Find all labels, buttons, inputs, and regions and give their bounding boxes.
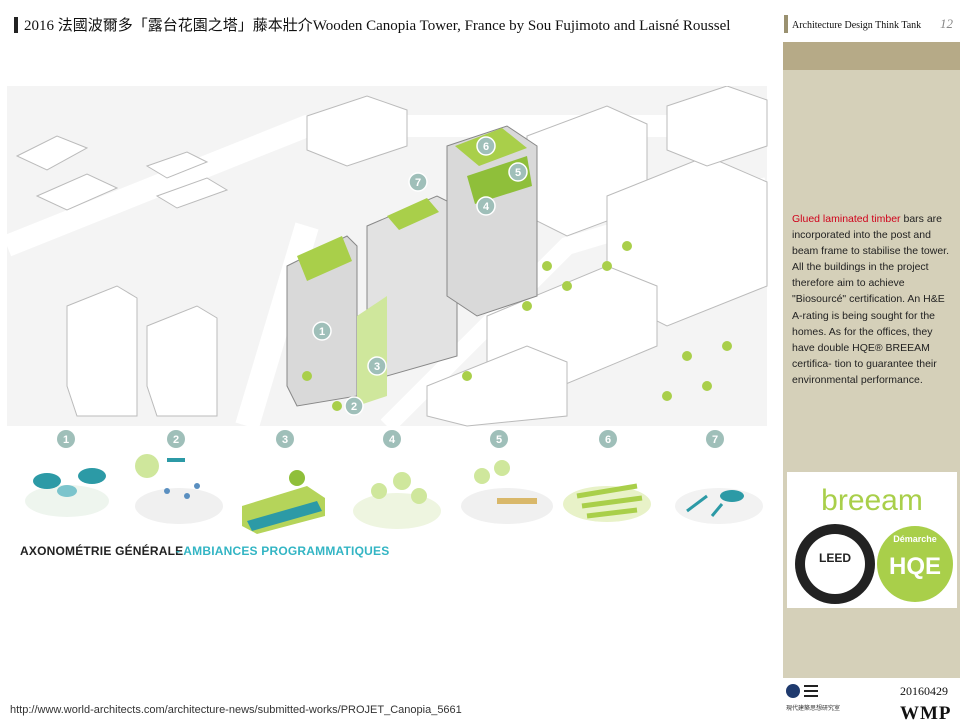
- page-number: 12: [940, 16, 953, 31]
- certification-logos-art: breeam LEED USGBC Démarche HQE: [795, 484, 953, 604]
- source-url[interactable]: http://www.world-architects.com/architec…: [10, 704, 462, 716]
- demarche-text: Démarche: [893, 534, 937, 544]
- usgbc-text: USGBC: [823, 579, 848, 586]
- plan-marker-6-label: 6: [483, 141, 489, 153]
- header-marker: [14, 17, 18, 33]
- breeam-logo: breeam: [821, 484, 923, 517]
- sidebar-top-band: [783, 42, 960, 70]
- think-tank-label: Architecture Design Think Tank: [792, 20, 922, 31]
- description-body: bars are incorporated into the post and …: [792, 213, 949, 386]
- header: 2016 法國波爾多「露台花園之塔」藤本壯介Wooden Canopia Tow…: [0, 0, 960, 42]
- ambiance-5-number: 5: [496, 434, 502, 446]
- page-title: 2016 法國波爾多「露台花園之塔」藤本壯介Wooden Canopia Tow…: [24, 18, 731, 34]
- caption-ambiances: - AMBIANCES PROGRAMMATIQUES: [176, 544, 390, 558]
- sidebar-description: Glued laminated timber bars are incorpor…: [792, 211, 956, 388]
- ambiance-vignettes: 1 2 3 4 5 6 7: [25, 430, 763, 534]
- certification-logos: breeam LEED USGBC Démarche HQE: [787, 472, 957, 608]
- hqe-text: HQE: [889, 553, 941, 580]
- plan-marker-5-label: 5: [515, 167, 521, 179]
- ambiance-2-number: 2: [173, 434, 179, 446]
- header-separator: [784, 15, 788, 33]
- caption-axonometry: AXONOMÉTRIE GÉNÉRALE: [20, 544, 184, 558]
- footer-date: 20160429: [900, 684, 948, 698]
- ambiance-6-number: 6: [605, 434, 611, 446]
- ambiance-2: 2: [135, 430, 223, 524]
- highlighted-term: Glued laminated timber: [792, 213, 901, 225]
- ambiance-4: 4: [353, 430, 441, 529]
- tower-east: [446, 125, 538, 317]
- footer-logos: [786, 684, 818, 698]
- footer-brand: WMP: [900, 703, 952, 724]
- plan-marker-1-label: 1: [319, 326, 325, 338]
- axonometric-illustration: 1 2 3 4 5 6 7 1 2 3 4 5 6 7: [7, 86, 770, 534]
- plan-marker-3-label: 3: [374, 361, 380, 373]
- plan-marker-4-label: 4: [483, 201, 490, 213]
- globe-icon: [786, 684, 800, 698]
- ambiance-7: 7: [675, 430, 763, 524]
- ambiance-1: 1: [25, 430, 109, 517]
- ambiance-4-number: 4: [389, 434, 396, 446]
- leed-text: LEED: [819, 551, 851, 565]
- ambiance-3-number: 3: [282, 434, 288, 446]
- tower-west: [286, 235, 358, 407]
- ambiance-3: 3: [242, 430, 325, 534]
- ambiance-7-number: 7: [712, 434, 718, 446]
- footer-cn-label: 現代建築思想研究室: [786, 706, 841, 712]
- ambiance-6: 6: [563, 430, 651, 522]
- plan-marker-2-label: 2: [351, 401, 357, 413]
- plan-marker-7-label: 7: [415, 177, 421, 189]
- ambiance-5: 5: [461, 430, 553, 524]
- ambiance-1-number: 1: [63, 434, 69, 446]
